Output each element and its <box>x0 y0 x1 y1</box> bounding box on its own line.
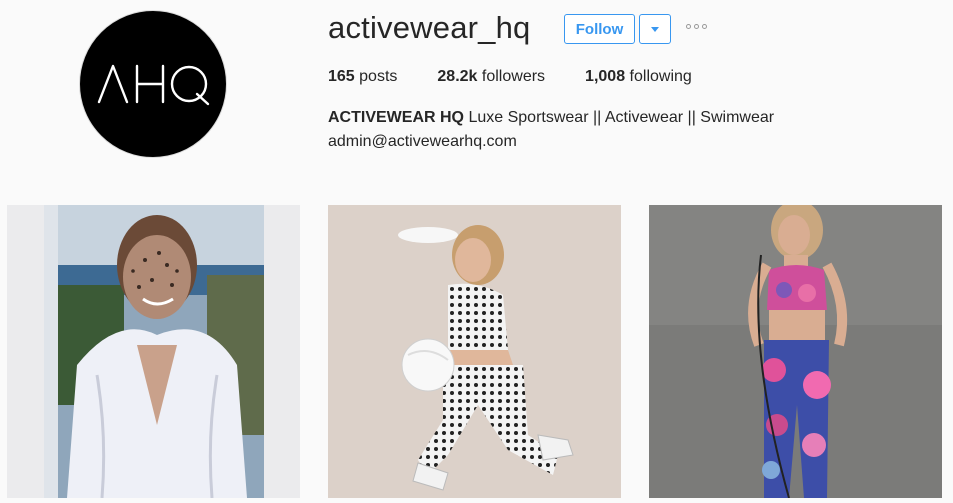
post-thumbnail-1[interactable] <box>7 205 300 498</box>
posts-count: 165 <box>328 68 355 85</box>
following-label: following <box>629 68 692 85</box>
more-options-icon[interactable] <box>686 24 707 29</box>
following-count: 1,008 <box>585 68 626 85</box>
ahq-logo-icon <box>97 64 210 106</box>
follow-options-button[interactable] <box>639 14 671 44</box>
posts-label: posts <box>359 68 398 85</box>
followers-count: 28.2k <box>437 68 478 85</box>
profile-page: activewear_hq Follow 165 posts 28.2k fol… <box>0 0 953 503</box>
following-stat[interactable]: 1,008 following <box>585 66 692 88</box>
profile-stats: 165 posts 28.2k followers 1,008 followin… <box>328 66 732 88</box>
bio-name: ACTIVEWEAR HQ <box>328 109 464 126</box>
bio-description: Luxe Sportswear || Activewear || Swimwea… <box>468 109 775 126</box>
caret-down-icon <box>651 26 659 32</box>
followers-stat[interactable]: 28.2k followers <box>437 66 545 88</box>
bio-email: admin@activewearhq.com <box>328 133 517 150</box>
posts-stat[interactable]: 165 posts <box>328 66 397 88</box>
post-thumbnail-3[interactable] <box>649 205 942 498</box>
photo-woman-face-mask-bathrobe <box>7 205 300 498</box>
followers-label: followers <box>481 68 546 85</box>
photo-woman-floral-leggings-jumprope <box>649 205 942 498</box>
post-thumbnail-2[interactable] <box>328 205 621 498</box>
photo-woman-visor-polka-dot-ball <box>328 205 621 498</box>
profile-bio: ACTIVEWEAR HQ Luxe Sportswear || Activew… <box>328 106 774 154</box>
profile-username: activewear_hq <box>328 10 531 45</box>
follow-button[interactable]: Follow <box>564 14 635 44</box>
profile-avatar[interactable] <box>79 10 227 158</box>
